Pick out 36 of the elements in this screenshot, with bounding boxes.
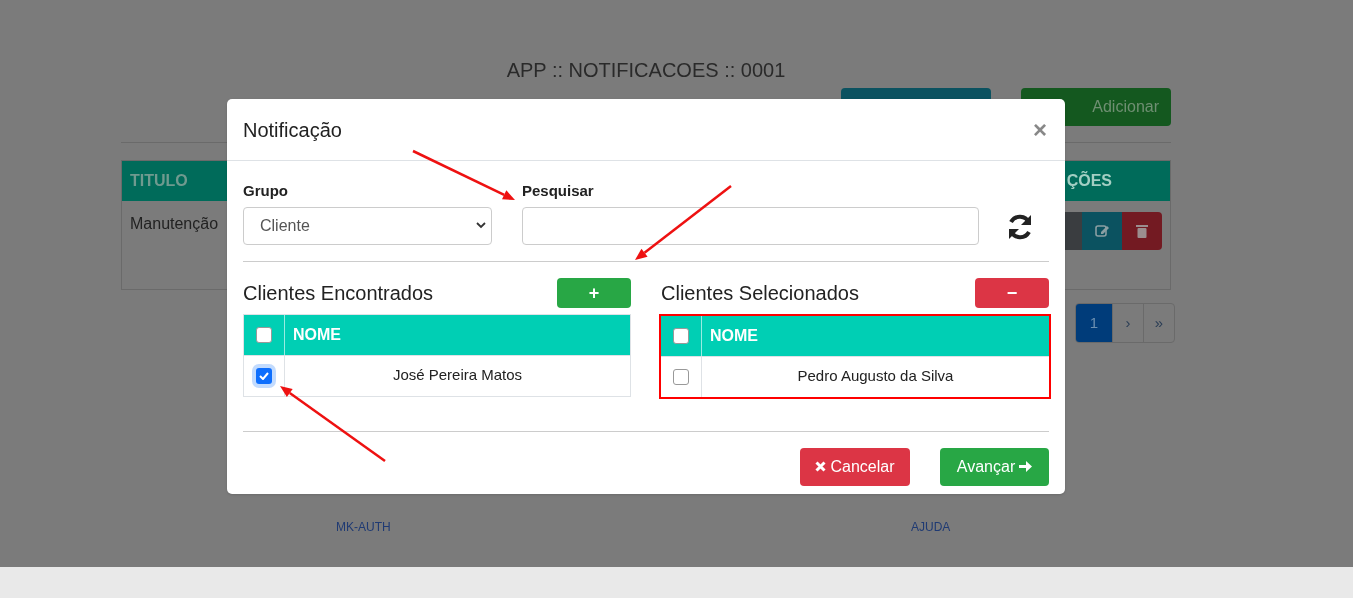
add-button[interactable]: + [557,277,631,308]
column-header: ÇÕES [1066,170,1112,191]
checkbox[interactable] [256,326,272,343]
checkbox[interactable] [256,367,272,384]
next-button[interactable]: Avançar [940,447,1049,486]
field-label: Pesquisar [522,181,595,201]
trash-icon [1136,224,1148,238]
footer-link[interactable]: MK-AUTH [336,518,391,536]
chevron-icon [476,222,486,229]
page-title: APP :: NOTIFICACOES :: 0001 [505,58,787,82]
table-cell-text: Pedro Augusto da Silva [797,366,954,387]
remove-button[interactable]: − [975,277,1049,308]
group-select[interactable]: Cliente [243,206,492,245]
page-link[interactable]: › [1112,304,1143,342]
close-icon [815,461,827,472]
page-link[interactable]: 1 [1076,304,1112,342]
table-cell-text: Manutenção [130,214,219,234]
delete-button[interactable] [1122,212,1162,250]
checkbox[interactable] [673,327,689,344]
arrow-right-icon [1019,460,1033,473]
checkmark-icon [259,371,269,380]
footer-link[interactable]: AJUDA [911,518,951,536]
column-header: NOME [292,324,341,345]
cancel-button[interactable]: Cancelar [800,447,910,486]
modal-title: Notificação [243,117,342,143]
page-link[interactable]: » [1143,304,1174,342]
edit-button[interactable] [1082,212,1122,250]
section-title: Clientes Selecionados [661,280,859,306]
field-label: Grupo [243,181,289,201]
column-header: TITULO [130,171,188,191]
section-title: Clientes Encontrados [243,280,434,306]
edit-icon [1094,224,1110,238]
checkbox[interactable] [673,368,689,385]
search-field[interactable] [522,206,979,245]
column-header: NOME [709,325,758,346]
table-cell-text: José Pereira Matos [392,365,523,386]
